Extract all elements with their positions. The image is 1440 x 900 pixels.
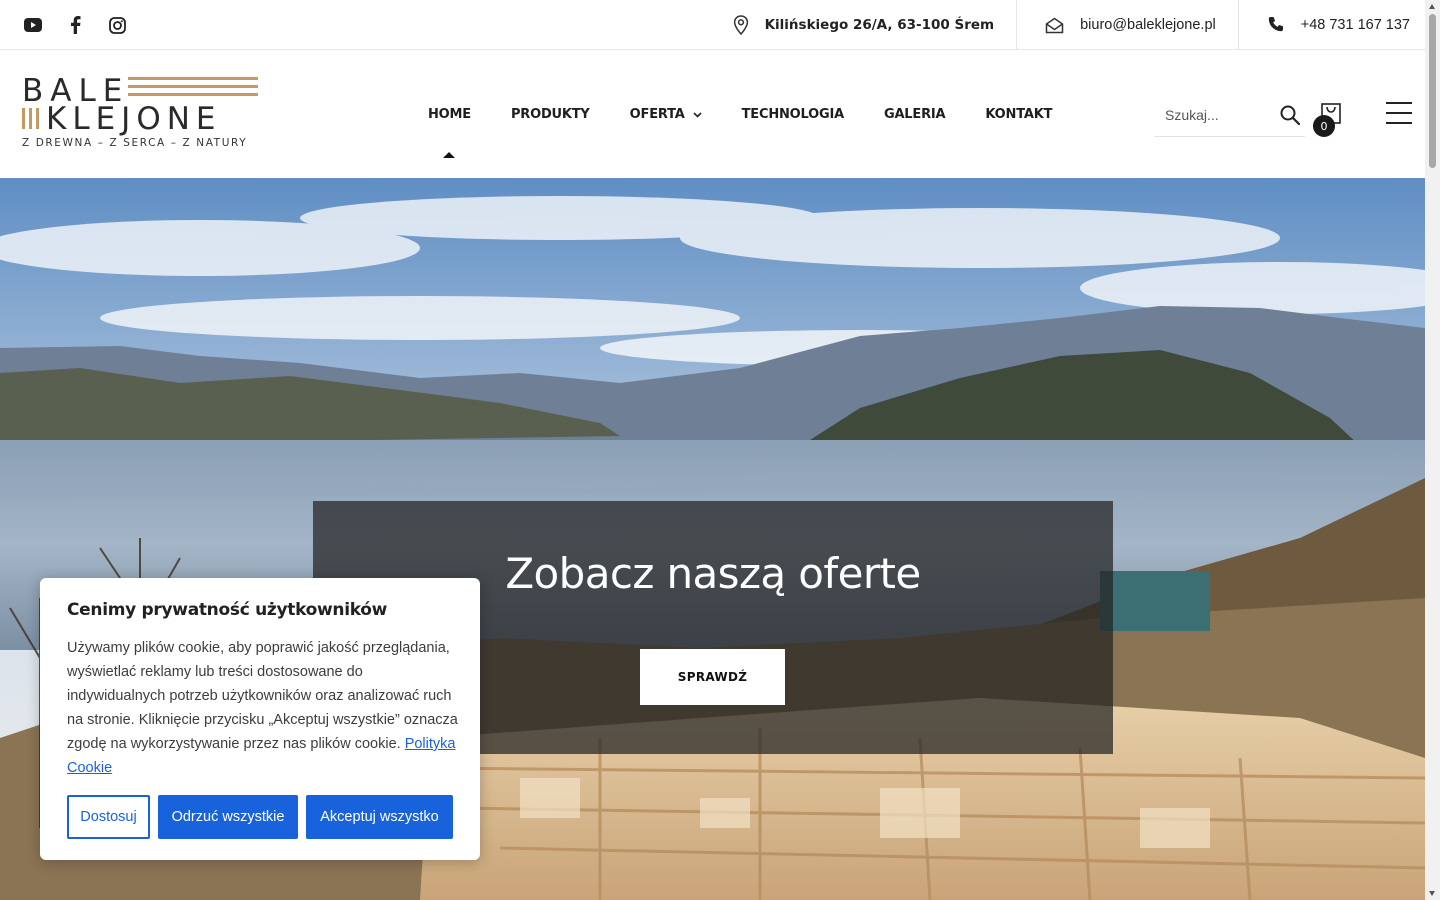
phone-item[interactable]: +48 731 167 137 bbox=[1237, 0, 1425, 50]
mail-icon bbox=[1045, 17, 1064, 33]
nav-item-produkty[interactable]: PRODUKTY bbox=[491, 51, 610, 178]
phone-icon bbox=[1268, 17, 1283, 32]
scroll-up-arrow-icon[interactable] bbox=[1429, 4, 1435, 9]
social-links bbox=[20, 12, 130, 38]
nav-label-home: HOME bbox=[428, 107, 471, 122]
phone-link[interactable]: +48 731 167 137 bbox=[1301, 17, 1410, 33]
scroll-down-arrow-icon[interactable] bbox=[1429, 891, 1435, 896]
cart-count-badge: 0 bbox=[1313, 115, 1335, 137]
facebook-icon[interactable] bbox=[62, 12, 88, 38]
search-input[interactable] bbox=[1165, 103, 1275, 127]
nav-label-galeria: GALERIA bbox=[883, 107, 946, 122]
logo-vertical-bars bbox=[22, 108, 39, 129]
cart-button[interactable]: 0 bbox=[1313, 97, 1352, 137]
hero-cta-button[interactable]: SPRAWDŹ bbox=[640, 649, 785, 705]
hamburger-menu-icon[interactable] bbox=[1386, 102, 1412, 126]
scrollbar-thumb[interactable] bbox=[1429, 14, 1436, 168]
cookie-text: Używamy plików cookie, aby poprawić jako… bbox=[67, 636, 462, 780]
search-icon[interactable] bbox=[1279, 104, 1303, 128]
cookie-consent-dialog: Cenimy prywatność użytkowników Używamy p… bbox=[40, 578, 480, 860]
page-scrollbar[interactable] bbox=[1425, 0, 1440, 900]
nav-label-produkty: PRODUKTY bbox=[510, 107, 590, 122]
main-header: BALE KLEJONE Z DREWNA – Z SERCA – Z NATU… bbox=[0, 51, 1425, 178]
nav-label-kontakt: KONTAKT bbox=[985, 107, 1053, 122]
email-item[interactable]: biuro@baleklejone.pl bbox=[1016, 0, 1238, 50]
youtube-icon[interactable] bbox=[20, 12, 46, 38]
map-pin-icon bbox=[733, 15, 748, 35]
logo-word-klejone: KLEJONE bbox=[46, 101, 222, 137]
nav-label-technologia: TECHNOLOGIA bbox=[741, 107, 845, 122]
top-bar: Kilińskiego 26/A, 63-100 Śrem biuro@bale… bbox=[0, 0, 1425, 50]
accept-all-button[interactable]: Akceptuj wszystko bbox=[306, 795, 453, 839]
site-logo[interactable]: BALE KLEJONE Z DREWNA – Z SERCA – Z NATU… bbox=[22, 75, 262, 153]
nav-item-technologia[interactable]: TECHNOLOGIA bbox=[722, 51, 864, 178]
logo-tagline: Z DREWNA – Z SERCA – Z NATURY bbox=[22, 137, 248, 149]
cookie-title: Cenimy prywatność użytkowników bbox=[67, 600, 388, 620]
main-nav: HOME PRODUKTY OFERTA TECHNOLOGIA GALERIA… bbox=[408, 51, 1072, 178]
cookie-description: Używamy plików cookie, aby poprawić jako… bbox=[67, 640, 458, 752]
logo-bars bbox=[128, 77, 258, 101]
address-item: Kilińskiego 26/A, 63-100 Śrem bbox=[705, 0, 1017, 50]
nav-item-kontakt[interactable]: KONTAKT bbox=[965, 51, 1072, 178]
address-text: Kilińskiego 26/A, 63-100 Śrem bbox=[764, 17, 995, 33]
nav-item-home[interactable]: HOME bbox=[408, 51, 491, 178]
cookie-buttons: Dostosuj Odrzuć wszystkie Akceptuj wszys… bbox=[67, 795, 453, 839]
nav-item-galeria[interactable]: GALERIA bbox=[864, 51, 965, 178]
email-link[interactable]: biuro@baleklejone.pl bbox=[1080, 17, 1216, 33]
chevron-down-icon bbox=[693, 107, 702, 122]
customize-button[interactable]: Dostosuj bbox=[67, 795, 150, 839]
nav-label-oferta: OFERTA bbox=[629, 107, 685, 122]
contact-info: Kilińskiego 26/A, 63-100 Śrem biuro@bale… bbox=[705, 0, 1425, 50]
instagram-icon[interactable] bbox=[104, 12, 130, 38]
reject-all-button[interactable]: Odrzuć wszystkie bbox=[158, 795, 298, 839]
search-box bbox=[1155, 95, 1305, 137]
nav-item-oferta[interactable]: OFERTA bbox=[610, 51, 722, 178]
